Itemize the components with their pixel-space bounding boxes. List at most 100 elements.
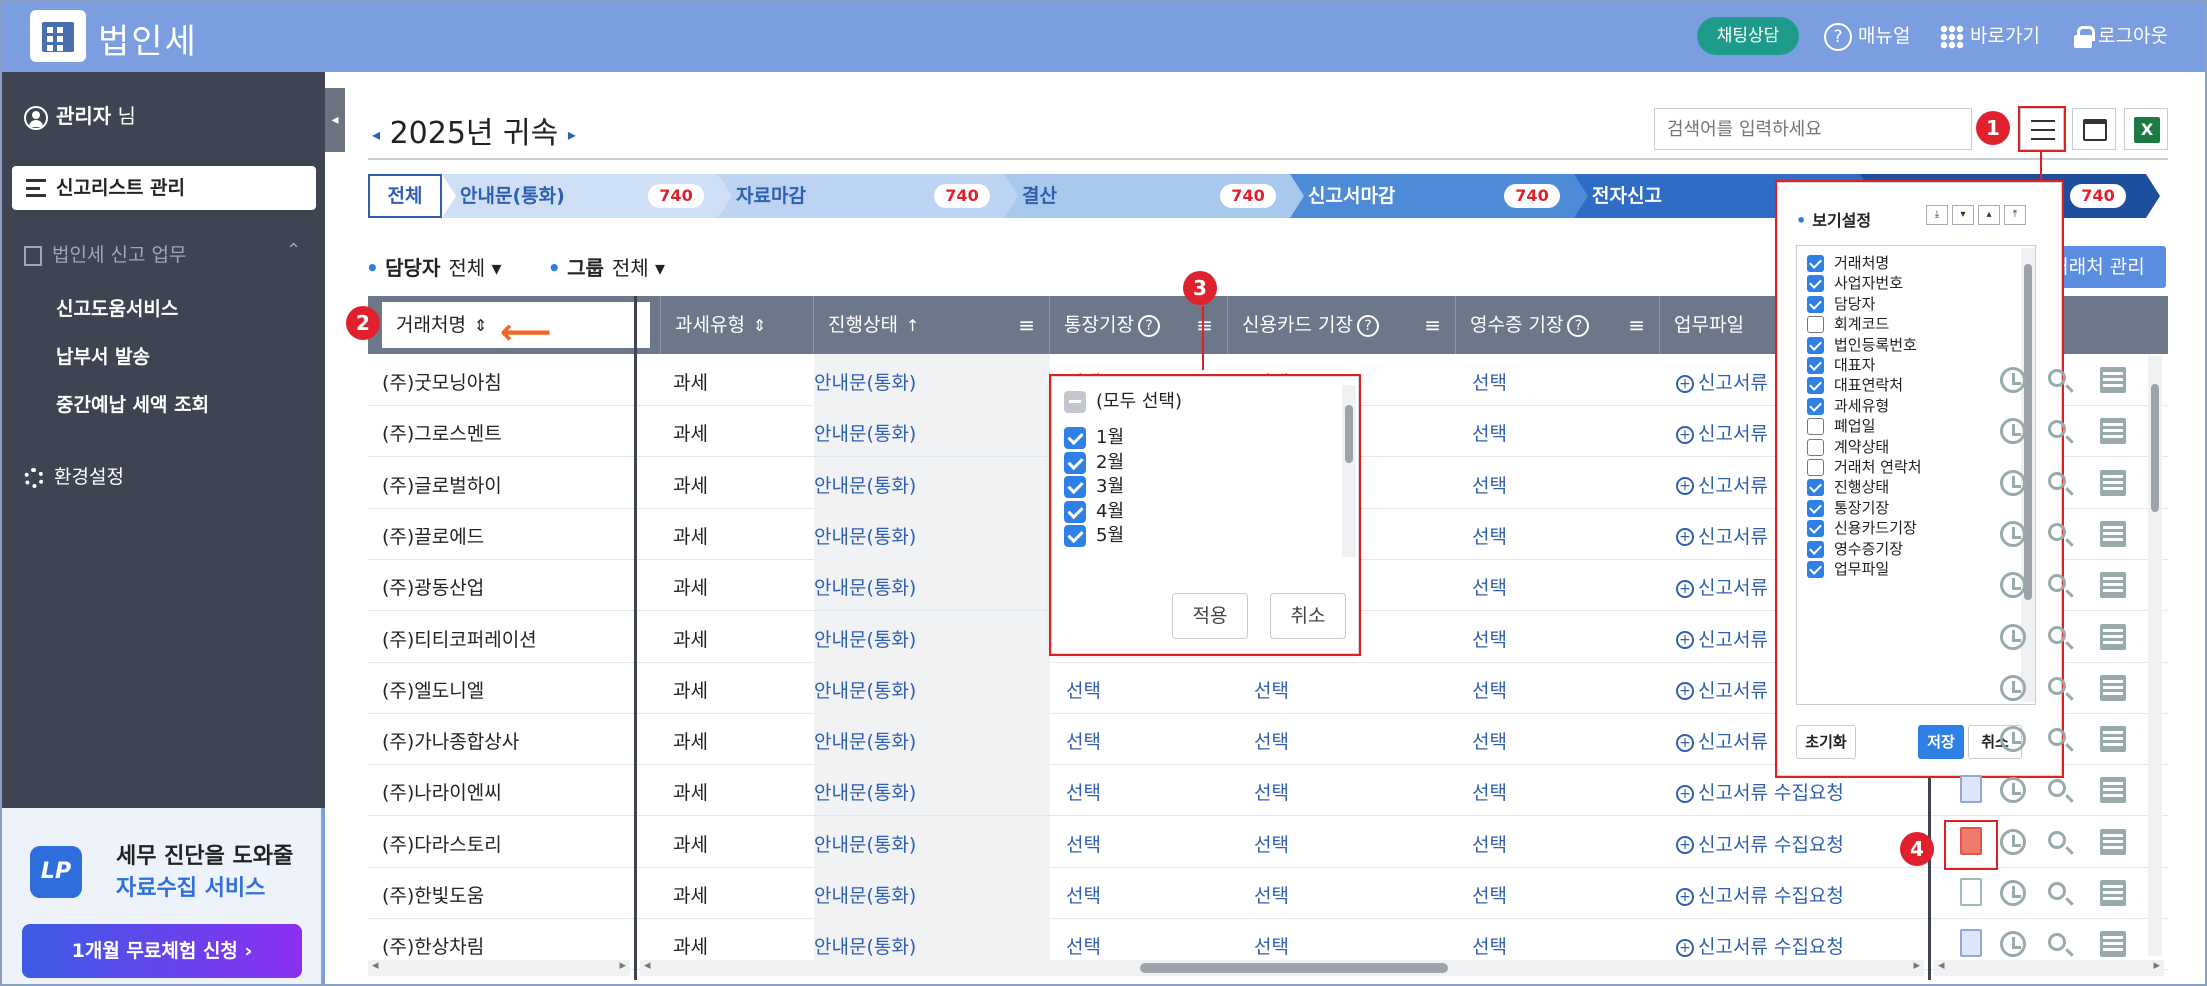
- history-icon[interactable]: [2000, 367, 2026, 393]
- sort-asc-icon[interactable]: ↑: [906, 316, 919, 335]
- column-visibility-checkbox[interactable]: 거래처 연락처: [1807, 456, 1922, 477]
- search-icon[interactable]: [2048, 882, 2066, 900]
- qr-code-icon[interactable]: [2100, 623, 2126, 650]
- status-link[interactable]: 안내문(통화): [814, 713, 1050, 765]
- month-checkbox[interactable]: 1월: [1064, 423, 1124, 449]
- help-icon[interactable]: ?: [1567, 314, 1590, 337]
- reset-button[interactable]: 초기화: [1796, 725, 1856, 759]
- group-filter-select[interactable]: 전체 ▾: [612, 256, 665, 280]
- filter-icon[interactable]: ≡: [1424, 296, 1441, 354]
- column-visibility-checkbox[interactable]: 업무파일: [1807, 558, 1889, 579]
- search-icon[interactable]: [2048, 471, 2066, 490]
- step-tab[interactable]: 안내문(통화) 740: [442, 174, 738, 218]
- filter-icon[interactable]: ≡: [1628, 296, 1645, 354]
- search-icon[interactable]: [2048, 728, 2066, 747]
- file-request-link[interactable]: + 신고서류 수집요청: [1676, 778, 1844, 805]
- year-selector[interactable]: ◂ 2025년 귀속 ▸: [372, 108, 576, 152]
- sidebar-item-interim-tax[interactable]: 중간예납 세액 조회: [56, 390, 209, 417]
- sidebar-item-report-list[interactable]: 신고리스트 관리: [12, 166, 316, 210]
- status-link[interactable]: 안내문(통화): [814, 610, 1050, 662]
- history-icon[interactable]: [2000, 418, 2026, 445]
- search-icon[interactable]: [2048, 522, 2066, 541]
- bank-select-link[interactable]: 선택: [1066, 676, 1101, 703]
- receipt-select-link[interactable]: 선택: [1472, 573, 1507, 600]
- column-visibility-checkbox[interactable]: 거래처명: [1807, 252, 1889, 273]
- history-icon[interactable]: [2000, 777, 2026, 804]
- scroll-left-icon[interactable]: ◂: [372, 958, 379, 973]
- receipt-select-link[interactable]: 선택: [1472, 830, 1507, 857]
- file-request-link[interactable]: + 신고서류: [1676, 727, 1768, 754]
- month-list-scrollbar[interactable]: [1342, 385, 1356, 557]
- help-icon[interactable]: ?: [1356, 314, 1379, 337]
- sort-icon[interactable]: ⇕: [753, 316, 766, 335]
- status-link[interactable]: 안내문(통화): [814, 867, 1050, 918]
- document-download-icon[interactable]: [1960, 878, 1982, 906]
- col-header-status[interactable]: 진행상태 ↑ ≡: [814, 296, 1050, 354]
- prev-year-icon[interactable]: ◂: [372, 125, 380, 144]
- file-request-link[interactable]: + 신고서류 수집요청: [1676, 881, 1844, 908]
- receipt-select-link[interactable]: 선택: [1472, 368, 1507, 395]
- search-icon[interactable]: [2048, 830, 2066, 849]
- sidebar-item-filing-help[interactable]: 신고도움서비스: [56, 294, 178, 321]
- bank-select-link[interactable]: 선택: [1066, 881, 1101, 908]
- month-checkbox[interactable]: 4월: [1064, 497, 1124, 523]
- history-icon[interactable]: [2000, 674, 2026, 701]
- search-input[interactable]: [1654, 108, 1972, 150]
- document-download-icon[interactable]: [1960, 775, 1982, 804]
- view-settings-button[interactable]: [2020, 108, 2064, 150]
- qr-code-icon[interactable]: [2100, 367, 2126, 393]
- column-visibility-checkbox[interactable]: 신용카드기장: [1807, 517, 1917, 538]
- month-checkbox[interactable]: 2월: [1064, 448, 1124, 474]
- column-visibility-checkbox[interactable]: 통장기장: [1807, 497, 1889, 518]
- sidebar-item-payment-send[interactable]: 납부서 발송: [56, 342, 150, 369]
- status-link[interactable]: 안내문(통화): [814, 405, 1050, 457]
- qr-code-icon[interactable]: [2100, 828, 2126, 855]
- receipt-select-link[interactable]: 선택: [1472, 419, 1507, 446]
- sidebar-collapse-button[interactable]: ◂: [325, 88, 345, 152]
- step-tab[interactable]: 자료마감 740: [718, 174, 1024, 218]
- step-all-tab[interactable]: 전체: [368, 174, 442, 218]
- card-select-link[interactable]: 선택: [1254, 881, 1289, 908]
- qr-code-icon[interactable]: [2100, 777, 2126, 804]
- receipt-select-link[interactable]: 선택: [1472, 932, 1507, 959]
- bank-select-link[interactable]: 선택: [1066, 727, 1101, 754]
- receipt-select-link[interactable]: 선택: [1472, 676, 1507, 703]
- file-request-link[interactable]: + 신고서류: [1676, 573, 1768, 600]
- card-select-link[interactable]: 선택: [1254, 830, 1289, 857]
- qr-code-icon[interactable]: [2100, 469, 2126, 496]
- scroll-left-icon[interactable]: ◂: [644, 958, 651, 973]
- table-row[interactable]: (주)다라스토리 과세 안내문(통화) 선택 선택 선택 + 신고서류 수집요청: [368, 815, 2168, 868]
- history-icon[interactable]: [2000, 572, 2026, 599]
- history-icon[interactable]: [2000, 828, 2026, 855]
- search-icon[interactable]: [2048, 574, 2066, 593]
- sidebar-group-corporate-tax[interactable]: 법인세 신고 업무 ⌃: [24, 240, 301, 267]
- excel-export-button[interactable]: X: [2124, 108, 2168, 150]
- cancel-button[interactable]: 취소: [1270, 593, 1346, 639]
- manual-link[interactable]: ? 매뉴얼: [1824, 20, 1910, 52]
- scroll-right-icon[interactable]: ▸: [2153, 958, 2160, 973]
- search-icon[interactable]: [2048, 933, 2066, 952]
- file-request-link[interactable]: + 신고서류: [1676, 368, 1768, 395]
- column-visibility-checkbox[interactable]: 영수증기장: [1807, 538, 1903, 559]
- column-visibility-checkbox[interactable]: 폐업일: [1807, 415, 1875, 436]
- file-request-link[interactable]: + 신고서류 수집요청: [1676, 932, 1844, 959]
- shortcut-link[interactable]: 바로가기: [1940, 20, 2040, 52]
- qr-code-icon[interactable]: [2100, 674, 2126, 701]
- search-icon[interactable]: [2048, 779, 2066, 798]
- next-year-icon[interactable]: ▸: [568, 125, 576, 144]
- vertical-scrollbar[interactable]: [2148, 356, 2162, 956]
- qr-code-icon[interactable]: [2100, 418, 2126, 445]
- card-select-link[interactable]: 선택: [1254, 932, 1289, 959]
- receipt-select-link[interactable]: 선택: [1472, 727, 1507, 754]
- status-link[interactable]: 안내문(통화): [814, 507, 1050, 559]
- chat-consult-button[interactable]: 채팅상담: [1697, 17, 1799, 55]
- status-link[interactable]: 안내문(통화): [814, 815, 1050, 867]
- receipt-select-link[interactable]: 선택: [1472, 625, 1507, 652]
- column-visibility-checkbox[interactable]: 진행상태: [1807, 476, 1889, 497]
- free-trial-button[interactable]: 1개월 무료체험 신청 ›: [22, 924, 302, 978]
- qr-code-icon[interactable]: [2100, 880, 2126, 906]
- col-header-tax[interactable]: 과세유형 ⇕: [660, 296, 814, 354]
- calendar-button[interactable]: [2072, 108, 2116, 150]
- file-request-link[interactable]: + 신고서류: [1676, 625, 1768, 652]
- manager-filter-select[interactable]: 전체 ▾: [448, 256, 501, 280]
